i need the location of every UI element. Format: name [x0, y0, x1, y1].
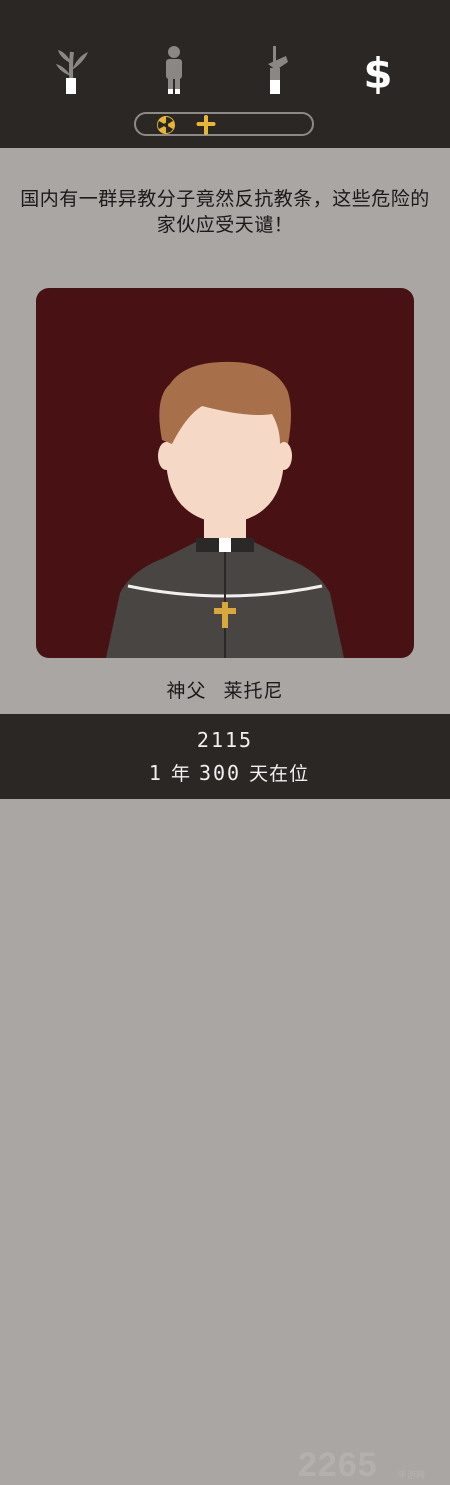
money-dollar-icon: $ [358, 44, 398, 96]
church-branch-icon [52, 44, 92, 96]
character-portrait[interactable] [36, 288, 414, 658]
priest-illustration [106, 361, 344, 658]
tenure-days: 300 [198, 761, 242, 785]
watermark-logo: 2265 [298, 1446, 378, 1484]
tenure-year-unit: 年 [170, 763, 191, 785]
character-given-name: 莱托尼 [223, 680, 284, 702]
character-title: 神父 [166, 680, 207, 702]
svg-text:$: $ [363, 49, 392, 96]
tenure-day-unit: 天在位 [249, 763, 310, 785]
event-message: 国内有一群异教分子竟然反抗教条，这些危险的家伙应受天谴！ [20, 188, 430, 236]
tenure-years: 1 [148, 761, 163, 785]
decision-card[interactable]: 国内有一群异教分子竟然反抗教条，这些危险的家伙应受天谴！ 神父 莱托尼 [0, 148, 450, 714]
indicator-pill [134, 112, 314, 136]
army-rifle-icon [256, 44, 296, 96]
radiation-icon [156, 115, 176, 135]
reign-duration: 1 年 300 天在位 [0, 759, 450, 786]
current-year: 2115 [196, 728, 254, 752]
bottom-status-bar: 2115 1 年 300 天在位 2265 手游网 [0, 714, 450, 1484]
people-figure-icon [154, 44, 194, 96]
watermark-sub: 手游网 [398, 1471, 426, 1481]
character-name: 神父 莱托尼 [0, 676, 450, 703]
cross-icon [196, 115, 216, 135]
top-status-bar: $ [0, 0, 450, 148]
